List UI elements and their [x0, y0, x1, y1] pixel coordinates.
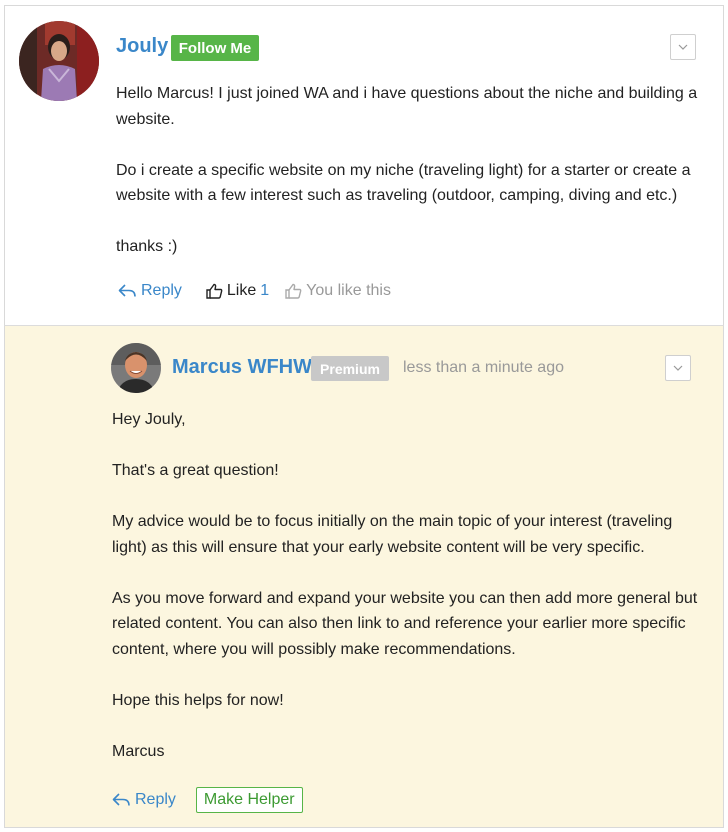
reply-button[interactable]: Reply	[118, 282, 182, 300]
reply-button[interactable]: Reply	[112, 791, 176, 809]
like-label: Like	[226, 282, 257, 299]
author-name[interactable]: Marcus WFHW	[172, 356, 312, 379]
chevron-down-icon	[678, 44, 688, 50]
avatar[interactable]	[19, 21, 99, 101]
reply-paragraph: As you move forward and expand your webs…	[112, 589, 698, 658]
you-like-this-label: You like this	[306, 282, 391, 299]
reply-paragraph: My advice would be to focus initially on…	[112, 513, 673, 556]
make-helper-button[interactable]: Make Helper	[195, 787, 303, 813]
chevron-down-icon	[673, 365, 683, 371]
comment-paragraph: thanks :)	[116, 238, 178, 255]
reply-paragraph: That's a great question!	[112, 462, 279, 479]
reply-paragraph: Hope this helps for now!	[112, 691, 284, 709]
reply-actions: Reply Make Helper	[112, 787, 303, 813]
comment-paragraph: Hello Marcus! I just joined WA and i hav…	[116, 85, 698, 128]
reply-post: Marcus WFHW Premium less than a minute a…	[4, 325, 724, 828]
like-button[interactable]: Like 1	[206, 282, 269, 300]
thumbs-up-icon	[206, 283, 223, 299]
options-dropdown[interactable]	[665, 355, 691, 381]
author-name[interactable]: Jouly	[116, 35, 168, 58]
options-dropdown[interactable]	[670, 34, 696, 60]
reply-paragraph: Hey Jouly,	[112, 411, 186, 428]
like-count: 1	[260, 282, 270, 299]
comment-post: Jouly Follow Me Hello Marcus! I just joi…	[4, 5, 724, 325]
reply-arrow-icon	[112, 793, 130, 806]
reply-label: Reply	[141, 282, 182, 299]
comment-actions: Reply Like 1 You like this	[118, 282, 391, 300]
you-like-this-status: You like this	[285, 282, 391, 300]
premium-badge: Premium	[311, 356, 389, 381]
avatar[interactable]	[111, 343, 161, 393]
reply-timestamp: less than a minute ago	[403, 359, 564, 376]
reply-arrow-icon	[118, 284, 136, 297]
reply-body: Hey Jouly, That's a great question! My a…	[112, 407, 702, 764]
thumbs-up-icon	[285, 283, 302, 299]
reply-label: Reply	[135, 791, 176, 808]
comment-paragraph: Do i create a specific website on my nic…	[116, 161, 691, 205]
reply-paragraph: Marcus	[112, 742, 165, 760]
comment-body: Hello Marcus! I just joined WA and i hav…	[116, 81, 706, 260]
follow-me-button[interactable]: Follow Me	[171, 35, 259, 61]
